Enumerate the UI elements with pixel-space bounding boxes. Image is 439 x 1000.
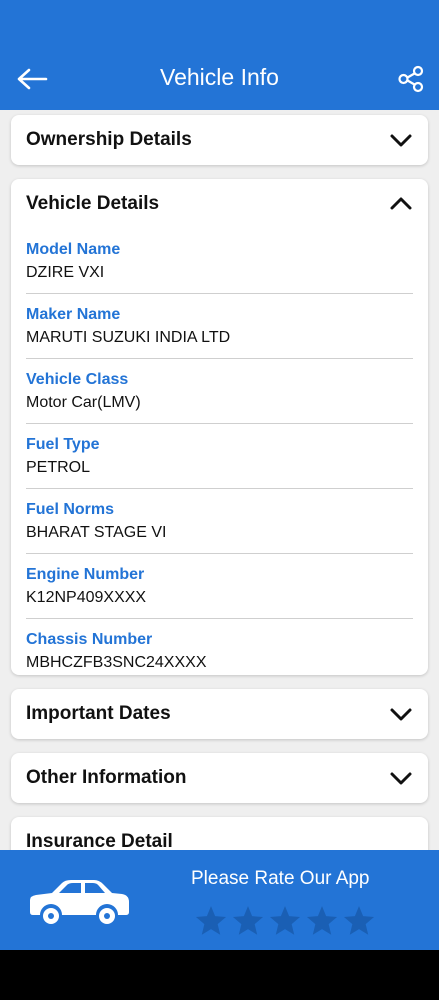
field-chassis-number: Chassis Number MBHCZFB3SNC24XXXX xyxy=(26,619,413,684)
important-dates-header[interactable]: Important Dates xyxy=(11,689,428,739)
vehicle-details-header[interactable]: Vehicle Details xyxy=(11,179,428,229)
field-label: Engine Number xyxy=(26,566,145,583)
field-value: K12NP409XXXX xyxy=(26,589,147,606)
other-information-header[interactable]: Other Information xyxy=(11,753,428,803)
rate-app-text: Please Rate Our App xyxy=(191,868,370,889)
app-bar: Vehicle Info xyxy=(0,0,439,110)
field-label: Fuel Norms xyxy=(26,501,115,518)
other-information-card: Other Information xyxy=(11,753,428,803)
chevron-down-icon xyxy=(390,134,412,147)
share-icon xyxy=(398,65,424,93)
chevron-down-icon xyxy=(390,708,412,721)
field-label: Model Name xyxy=(26,241,121,258)
section-title: Important Dates xyxy=(26,703,171,724)
field-value: MARUTI SUZUKI INDIA LTD xyxy=(26,329,231,346)
insurance-detail-card: Insurance Detail xyxy=(11,817,428,850)
field-label: Chassis Number xyxy=(26,631,153,648)
insurance-detail-header[interactable]: Insurance Detail xyxy=(11,817,428,850)
car-icon xyxy=(30,880,129,924)
field-value: Motor Car(LMV) xyxy=(26,394,141,411)
chevron-up-icon xyxy=(390,197,412,210)
section-title: Insurance Detail xyxy=(26,831,173,850)
field-maker-name: Maker Name MARUTI SUZUKI INDIA LTD xyxy=(26,294,413,359)
vehicle-details-card: Vehicle Details Model Name DZIRE VXI Mak… xyxy=(11,179,428,675)
star-icon[interactable] xyxy=(231,904,265,938)
field-value: PETROL xyxy=(26,459,91,476)
ownership-details-card: Ownership Details xyxy=(11,115,428,165)
field-vehicle-class: Vehicle Class Motor Car(LMV) xyxy=(26,359,413,424)
important-dates-card: Important Dates xyxy=(11,689,428,739)
field-label: Maker Name xyxy=(26,306,121,323)
field-engine-number: Engine Number K12NP409XXXX xyxy=(26,554,413,619)
field-model-name: Model Name DZIRE VXI xyxy=(26,229,413,294)
star-rating[interactable] xyxy=(194,904,376,938)
field-label: Fuel Type xyxy=(26,436,100,453)
star-icon[interactable] xyxy=(305,904,339,938)
field-value: BHARAT STAGE VI xyxy=(26,524,167,541)
field-value: DZIRE VXI xyxy=(26,264,105,281)
scroll-content[interactable]: Ownership Details Vehicle Details Model … xyxy=(0,110,439,850)
star-icon[interactable] xyxy=(268,904,302,938)
vehicle-details-list: Model Name DZIRE VXI Maker Name MARUTI S… xyxy=(11,229,428,684)
page-title: Vehicle Info xyxy=(160,64,279,90)
field-fuel-norms: Fuel Norms BHARAT STAGE VI xyxy=(26,489,413,554)
share-button[interactable] xyxy=(393,62,429,96)
star-icon[interactable] xyxy=(342,904,376,938)
section-title: Vehicle Details xyxy=(26,193,160,214)
section-title: Other Information xyxy=(26,767,187,788)
ownership-details-header[interactable]: Ownership Details xyxy=(11,115,428,165)
field-label: Vehicle Class xyxy=(26,371,129,388)
system-navigation-bar xyxy=(0,950,439,1000)
field-value: MBHCZFB3SNC24XXXX xyxy=(26,654,207,671)
chevron-down-icon xyxy=(390,772,412,785)
field-fuel-type: Fuel Type PETROL xyxy=(26,424,413,489)
section-title: Ownership Details xyxy=(26,129,192,150)
rate-app-banner[interactable]: Please Rate Our App xyxy=(0,850,439,950)
star-icon[interactable] xyxy=(194,904,228,938)
